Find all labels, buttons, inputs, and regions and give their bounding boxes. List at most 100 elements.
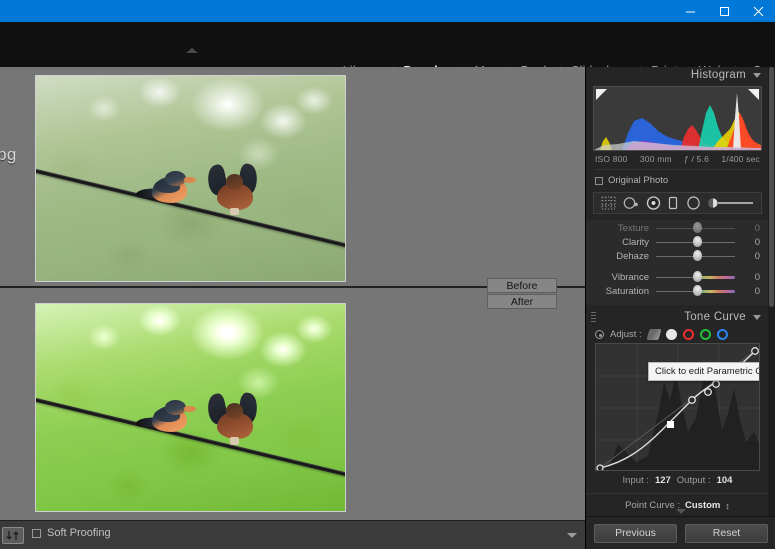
- red-channel-icon[interactable]: [682, 329, 694, 340]
- slider-texture[interactable]: Texture 0: [586, 221, 769, 235]
- tool-strip: [593, 192, 762, 214]
- right-panel-scroll-content: Histogram ISO 800 300 mm ƒ / 5.6 1/400 s…: [586, 67, 769, 516]
- panel-collapse-icon[interactable]: [676, 509, 686, 514]
- radial-filter-tool-icon[interactable]: [686, 196, 701, 210]
- point-curve-value[interactable]: Custom: [685, 500, 720, 511]
- slider-track[interactable]: [656, 236, 743, 247]
- maximize-button[interactable]: [707, 0, 741, 22]
- output-label: Output :: [676, 475, 711, 486]
- slider-knob[interactable]: [693, 236, 703, 247]
- window-titlebar: [0, 0, 775, 22]
- top-panel-collapse-icon[interactable]: [186, 48, 198, 53]
- output-value: 104: [716, 475, 733, 486]
- slider-track[interactable]: [656, 271, 743, 282]
- histogram-title: Histogram: [690, 69, 746, 81]
- exif-shutter-speed: 1/400 sec: [721, 154, 760, 164]
- previous-button[interactable]: Previous: [594, 523, 677, 543]
- point-curve-channel-icon[interactable]: [646, 329, 662, 340]
- spot-removal-tool-icon[interactable]: [623, 196, 639, 210]
- slider-track[interactable]: [656, 285, 743, 296]
- module-bar: Library | Develop | Map | Book | Slidesh…: [0, 22, 775, 78]
- chevron-down-icon[interactable]: [753, 72, 761, 78]
- minimize-button[interactable]: [673, 0, 707, 22]
- slider-knob[interactable]: [693, 285, 703, 296]
- before-image-content: [36, 76, 345, 281]
- crop-overlay-tool-icon[interactable]: [601, 196, 616, 210]
- histogram-graph[interactable]: [593, 86, 762, 151]
- adjust-label: Adjust :: [610, 329, 642, 340]
- soft-proofing-checkbox[interactable]: [32, 528, 41, 538]
- panel-grip-icon: [591, 312, 596, 322]
- tone-curve-graph[interactable]: Click to edit Parametric Curve: [595, 343, 760, 471]
- reset-button[interactable]: Reset: [685, 523, 768, 543]
- slider-knob[interactable]: [693, 250, 703, 261]
- blue-channel-icon[interactable]: [716, 329, 728, 340]
- input-label: Input :: [622, 475, 649, 486]
- highlight-clipping-indicator[interactable]: [748, 89, 759, 100]
- chevron-down-icon[interactable]: [753, 314, 761, 320]
- input-value: 127: [654, 475, 671, 486]
- red-eye-correction-tool-icon[interactable]: [646, 196, 661, 210]
- right-panel: Histogram ISO 800 300 mm ƒ / 5.6 1/400 s…: [585, 67, 775, 549]
- green-channel-icon[interactable]: [699, 329, 711, 340]
- brush-size-slider-icon[interactable]: [708, 197, 754, 209]
- masking-rectangle-tool-icon[interactable]: [667, 196, 679, 210]
- tone-curve-adjust-row: Adjust :: [595, 329, 769, 340]
- exif-focal-length: 300 mm: [639, 154, 672, 164]
- after-photo[interactable]: [35, 303, 346, 512]
- right-panel-footer: Previous Reset: [586, 509, 775, 549]
- stepper-icon[interactable]: ↕: [725, 501, 730, 510]
- bird-left: [135, 168, 200, 207]
- develop-toolbar: Soft Proofing: [0, 520, 585, 549]
- slider-track[interactable]: [656, 250, 743, 261]
- slider-knob[interactable]: [693, 271, 703, 282]
- exif-aperture: ƒ / 5.6: [684, 154, 710, 164]
- slider-clarity[interactable]: Clarity 0: [586, 235, 769, 249]
- exif-readout: ISO 800 300 mm ƒ / 5.6 1/400 sec: [595, 154, 760, 164]
- histogram-panel-header[interactable]: Histogram: [586, 67, 769, 83]
- slider-track[interactable]: [656, 222, 743, 233]
- bird-right: [200, 391, 268, 445]
- lightroom-window: Library | Develop | Map | Book | Slidesh…: [0, 0, 775, 549]
- shadow-clipping-indicator[interactable]: [596, 89, 607, 100]
- slider-label: Clarity: [622, 236, 649, 248]
- slider-vibrance[interactable]: Vibrance 0: [586, 270, 769, 284]
- original-photo-label: Original Photo: [608, 175, 669, 186]
- slider-value: 0: [754, 285, 760, 297]
- original-photo-control[interactable]: Original Photo: [595, 169, 760, 186]
- slider-knob[interactable]: [693, 222, 703, 233]
- slider-label: Dehaze: [616, 250, 649, 262]
- exif-iso: ISO 800: [595, 154, 628, 164]
- after-image-content: [36, 304, 345, 511]
- targeted-adjustment-icon[interactable]: [595, 330, 604, 339]
- scrollbar-thumb[interactable]: [769, 67, 774, 307]
- develop-canvas: .jpg: [0, 67, 585, 520]
- soft-proofing-control[interactable]: Soft Proofing: [32, 527, 111, 539]
- slider-value: 0: [754, 271, 760, 283]
- photo-filename: .jpg: [0, 145, 17, 164]
- slider-saturation[interactable]: Saturation 0: [586, 284, 769, 298]
- tone-curve-tooltip: Click to edit Parametric Curve: [648, 362, 759, 381]
- up-down-arrows-icon[interactable]: [2, 527, 24, 544]
- original-photo-checkbox[interactable]: [595, 176, 603, 185]
- slider-label: Saturation: [605, 285, 649, 297]
- slider-label: Texture: [617, 222, 649, 234]
- before-photo[interactable]: [35, 75, 346, 282]
- chevron-down-icon[interactable]: [567, 533, 577, 538]
- right-panel-scrollbar[interactable]: [768, 67, 775, 516]
- tone-curve-panel-header[interactable]: Tone Curve: [586, 309, 769, 325]
- point-curve-label: Point Curve :: [625, 500, 681, 511]
- close-button[interactable]: [741, 0, 775, 22]
- tone-curve-title: Tone Curve: [684, 311, 746, 323]
- tone-curve-readout: Input : 127 Output : 104: [586, 475, 769, 486]
- bird-left: [135, 397, 200, 436]
- rgb-channel-icon[interactable]: [665, 329, 677, 340]
- histogram-curves: [594, 93, 761, 150]
- slider-value: 0: [754, 236, 760, 248]
- slider-label: Vibrance: [611, 271, 649, 283]
- before-label: Before: [487, 278, 557, 293]
- soft-proofing-label: Soft Proofing: [47, 527, 111, 539]
- slider-dehaze[interactable]: Dehaze 0: [586, 249, 769, 263]
- slider-value: 0: [754, 250, 760, 262]
- bird-right: [200, 162, 268, 216]
